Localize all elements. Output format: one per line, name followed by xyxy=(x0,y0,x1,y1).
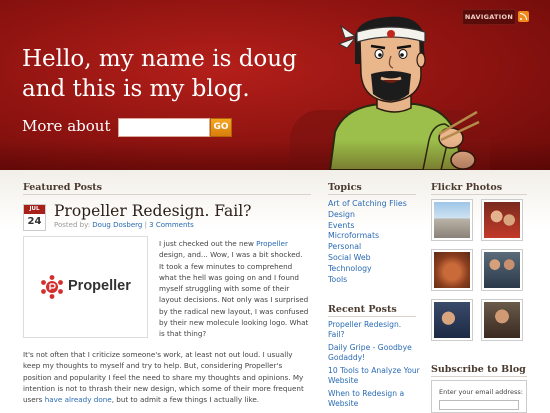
recent-posts-heading: Recent Posts xyxy=(328,304,397,315)
subscribe-email-input[interactable] xyxy=(439,400,519,410)
flickr-photo-people-red[interactable] xyxy=(481,199,523,241)
propeller-link[interactable]: Propeller xyxy=(256,239,288,248)
topic-link[interactable]: Microformats xyxy=(328,231,407,242)
post-excerpt-full-text-2: , but to admit a few things I actually l… xyxy=(111,395,260,405)
recent-post-link[interactable]: 10 Tools to Analyze Your Website xyxy=(328,366,420,386)
post-author-link[interactable]: Doug Dosberg xyxy=(92,221,142,229)
more-about-label: More about xyxy=(22,117,111,135)
topics-heading: Topics xyxy=(328,182,362,193)
site-header: Hello, my name is doug and this is my bl… xyxy=(0,0,550,170)
featured-posts-heading: Featured Posts xyxy=(23,182,103,193)
subscribe-heading: Subscribe to Blog xyxy=(431,364,526,375)
topic-link[interactable]: Events xyxy=(328,221,407,232)
post-excerpt-right-text-1: I just checked out the new xyxy=(159,239,257,248)
post-date-day: 24 xyxy=(27,216,42,227)
post-date-month: JUL xyxy=(24,205,45,214)
topic-link[interactable]: Tools xyxy=(328,275,407,286)
topics-list: Art of Catching Flies Design Events Micr… xyxy=(328,199,407,285)
post-meta-separator: | xyxy=(144,221,147,229)
post-excerpt-right-text-2: design, and... Wow, I was a bit shocked.… xyxy=(159,250,309,339)
topic-link[interactable]: Design xyxy=(328,210,407,221)
already-done-link[interactable]: have already done xyxy=(45,395,112,404)
post-excerpt-right: I just checked out the new Propeller des… xyxy=(159,238,309,340)
flickr-photo-truck[interactable] xyxy=(431,199,473,241)
flickr-photo-crab-food[interactable] xyxy=(431,249,473,291)
flickr-photo-man-smiling[interactable] xyxy=(481,299,523,341)
post-meta: Posted by: Doug Dosberg | 3 Comments xyxy=(54,221,194,229)
propeller-logo-text: Propeller xyxy=(68,278,131,294)
rss-icon[interactable] xyxy=(518,11,529,22)
topics-divider xyxy=(328,194,416,195)
recent-post-link[interactable]: When to Redesign a Website xyxy=(328,389,420,409)
post-comments-link[interactable]: 3 Comments xyxy=(149,221,194,229)
propeller-logo-icon xyxy=(41,275,63,299)
recent-post-link[interactable]: Daily Gripe - Goodbye Godaddy! xyxy=(328,343,420,363)
topic-link[interactable]: Technology xyxy=(328,264,407,275)
recent-divider xyxy=(328,316,416,317)
go-button[interactable]: GO xyxy=(210,118,232,137)
subscribe-box: Enter your email address: xyxy=(431,380,527,413)
topic-link[interactable]: Art of Catching Flies xyxy=(328,199,407,210)
post-meta-prefix: Posted by: xyxy=(54,221,91,229)
topic-link[interactable]: Personal xyxy=(328,242,407,253)
flickr-divider xyxy=(431,194,527,195)
post-title-link[interactable]: Propeller Redesign. Fail? xyxy=(54,202,251,220)
flickr-photo-group-selfie[interactable] xyxy=(431,299,473,341)
post-excerpt-full: It's not often that I criticize someone'… xyxy=(23,349,311,405)
recent-posts-list: Propeller Redesign. Fail? Daily Gripe - … xyxy=(328,320,420,412)
recent-post-link[interactable]: Propeller Redesign. Fail? xyxy=(328,320,420,340)
more-about-search-input[interactable] xyxy=(118,118,210,137)
site-title: Hello, my name is doug and this is my bl… xyxy=(22,46,297,102)
avatar-illustration xyxy=(328,16,480,170)
subscribe-divider xyxy=(431,376,527,377)
post-date-badge: JUL 24 xyxy=(23,204,46,231)
post-image[interactable]: Propeller xyxy=(23,236,148,338)
topic-link[interactable]: Social Web xyxy=(328,253,407,264)
subscribe-email-label: Enter your email address: xyxy=(439,388,523,396)
flickr-photo-friends[interactable] xyxy=(481,249,523,291)
featured-divider xyxy=(23,194,311,195)
flickr-heading: Flickr Photos xyxy=(431,182,503,193)
